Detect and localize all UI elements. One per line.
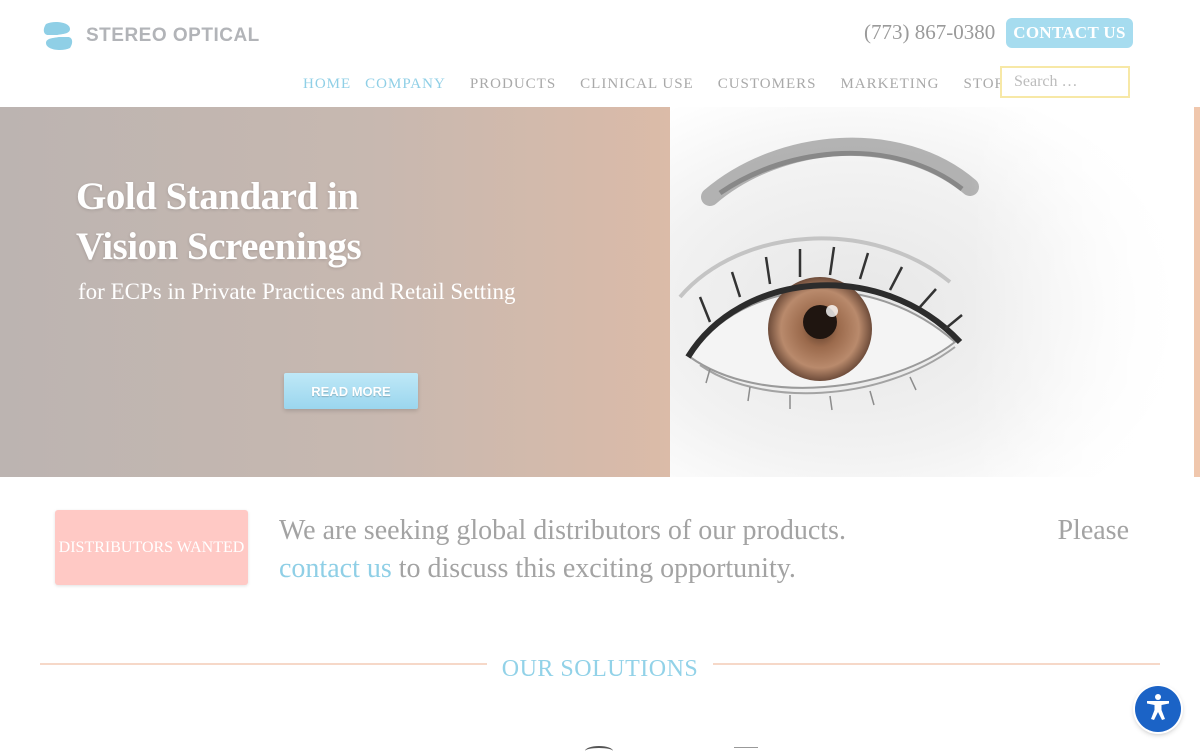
accessibility-icon <box>1143 692 1173 727</box>
main-nav: HOME COMPANY PRODUCTS CLINICAL USE CUSTO… <box>303 76 1040 93</box>
contact-us-button[interactable]: CONTACT US <box>1006 18 1133 48</box>
hero-banner: Gold Standard in Vision Screenings for E… <box>0 107 1200 477</box>
hero-title: Gold Standard in Vision Screenings <box>76 172 362 272</box>
hero-text-panel: Gold Standard in Vision Screenings for E… <box>0 107 670 477</box>
accessibility-button[interactable] <box>1135 686 1181 732</box>
logo-text: STEREO OPTICAL <box>86 25 260 46</box>
read-more-button[interactable]: READ MORE <box>284 373 418 409</box>
site-header: STEREO OPTICAL (773) 867-0380 CONTACT US… <box>0 0 1200 107</box>
solutions-heading: OUR SOLUTIONS <box>501 656 699 682</box>
eye-image <box>670 107 1194 477</box>
hero-subtitle: for ECPs in Private Practices and Retail… <box>78 279 516 304</box>
distributors-wanted-badge[interactable]: DISTRIBUTORS WANTED <box>55 510 248 585</box>
search-input[interactable] <box>1000 66 1130 98</box>
nav-clinical-use[interactable]: CLINICAL USE <box>580 76 694 93</box>
nav-marketing[interactable]: MARKETING <box>840 76 939 93</box>
distributors-text-part2: to discuss this exciting opportunity. <box>398 553 796 584</box>
distributors-message: We are seeking global distributors of ou… <box>279 512 1129 588</box>
nav-products[interactable]: PRODUCTS <box>470 76 556 93</box>
contact-us-link[interactable]: contact us <box>279 553 392 584</box>
nav-home[interactable]: HOME <box>303 76 351 93</box>
stereo-optical-logo-icon <box>40 18 76 54</box>
phone-number[interactable]: (773) 867-0380 <box>864 20 995 45</box>
hero-title-line2: Vision Screenings <box>76 225 362 268</box>
logo[interactable]: STEREO OPTICAL <box>40 18 260 54</box>
hero-title-line1: Gold Standard in <box>76 175 359 218</box>
distributors-text-right: Please <box>1057 515 1129 546</box>
divider-right <box>713 663 1160 665</box>
hero-edge-strip <box>1194 107 1200 477</box>
nav-company[interactable]: COMPANY <box>365 76 446 93</box>
distributors-text-part1: We are seeking global distributors of ou… <box>279 515 846 546</box>
nav-customers[interactable]: CUSTOMERS <box>718 76 817 93</box>
solution-item-peek <box>585 746 613 756</box>
divider-left <box>40 663 487 665</box>
